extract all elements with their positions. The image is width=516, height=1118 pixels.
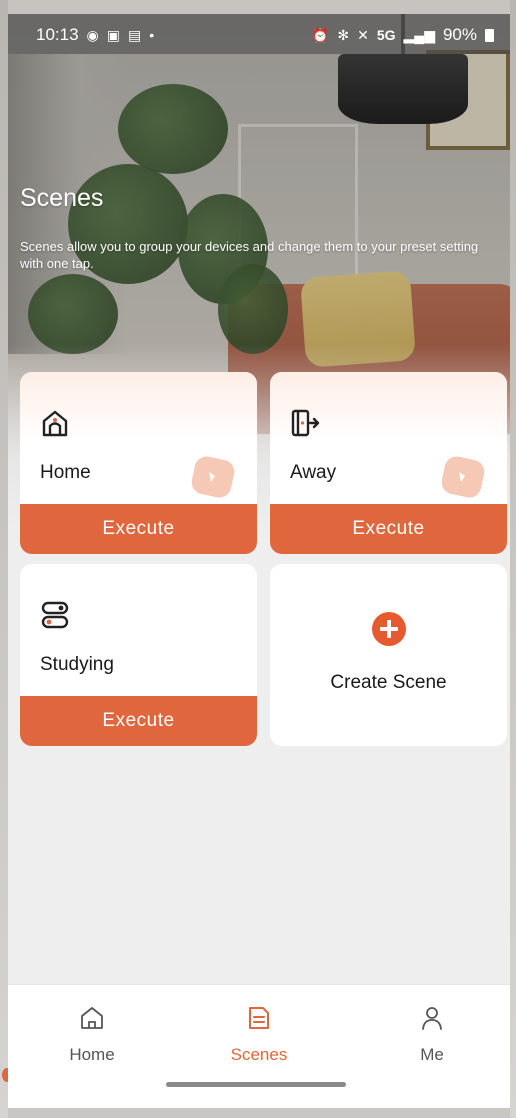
scenes-icon bbox=[249, 1007, 269, 1029]
calendar-icon: ▤ bbox=[128, 26, 142, 43]
nav-label: Home bbox=[69, 1045, 115, 1064]
chrome-icon: ◉ bbox=[86, 26, 99, 43]
nav-item-me[interactable]: Me bbox=[372, 1005, 492, 1075]
plus-circle-icon bbox=[372, 612, 406, 646]
execute-button[interactable]: Execute bbox=[20, 696, 257, 746]
scene-card-studying[interactable]: Studying Execute bbox=[20, 564, 257, 746]
gallery-icon: ▣ bbox=[106, 26, 120, 43]
execute-button[interactable]: Execute bbox=[270, 504, 507, 554]
signal-icon: ▂▄▆ bbox=[403, 26, 435, 43]
bottom-navigation: Home Scenes Me bbox=[8, 984, 510, 1108]
scene-name: Away bbox=[290, 462, 337, 483]
execute-button[interactable]: Execute bbox=[20, 504, 257, 554]
create-scene-card[interactable]: Create Scene bbox=[270, 564, 507, 746]
home-door-icon bbox=[42, 410, 68, 437]
home-icon bbox=[81, 1007, 103, 1029]
dot-icon: • bbox=[149, 26, 155, 43]
status-time: 10:13 bbox=[36, 25, 79, 44]
photo-frame-right bbox=[510, 0, 516, 1118]
exit-door-icon bbox=[291, 409, 320, 437]
scene-name: Studying bbox=[40, 654, 114, 675]
nav-label: Me bbox=[420, 1045, 444, 1064]
status-left: 10:13 ◉ ▣ ▤ • bbox=[36, 25, 154, 45]
scene-decoration-icon bbox=[441, 456, 485, 498]
scene-card-away[interactable]: Away Execute bbox=[270, 372, 507, 554]
scene-decoration-icon bbox=[191, 456, 235, 498]
page-title: Scenes bbox=[20, 184, 104, 212]
nav-item-scenes[interactable]: Scenes bbox=[199, 1005, 319, 1075]
battery-percent: 90% bbox=[442, 25, 477, 44]
status-bar: 10:13 ◉ ▣ ▤ • ⏰ ✻ ✕ 5G ▂▄▆ 90% bbox=[8, 14, 510, 54]
nav-item-home[interactable]: Home bbox=[32, 1005, 152, 1075]
mute-icon: ✕ bbox=[357, 26, 369, 43]
photo-frame-top bbox=[0, 0, 516, 14]
page-description: Scenes allow you to group your devices a… bbox=[20, 239, 479, 271]
create-scene-label: Create Scene bbox=[330, 672, 447, 693]
scene-name: Home bbox=[40, 462, 91, 483]
home-indicator-bar[interactable] bbox=[166, 1082, 346, 1087]
alarm-icon: ⏰ bbox=[311, 26, 330, 43]
network-label: 5G bbox=[376, 26, 396, 43]
photo-frame-left bbox=[0, 0, 8, 1118]
app-screen: 10:13 ◉ ▣ ▤ • ⏰ ✻ ✕ 5G ▂▄▆ 90% Scenes Sc… bbox=[8, 14, 510, 1108]
battery-icon bbox=[485, 28, 494, 42]
person-icon bbox=[422, 1007, 442, 1030]
toggles-icon bbox=[41, 601, 69, 629]
status-right: ⏰ ✻ ✕ 5G ▂▄▆ 90% bbox=[312, 25, 494, 45]
nav-label: Scenes bbox=[230, 1045, 288, 1064]
bluetooth-icon: ✻ bbox=[337, 26, 350, 43]
scene-card-home[interactable]: Home Execute bbox=[20, 372, 257, 554]
